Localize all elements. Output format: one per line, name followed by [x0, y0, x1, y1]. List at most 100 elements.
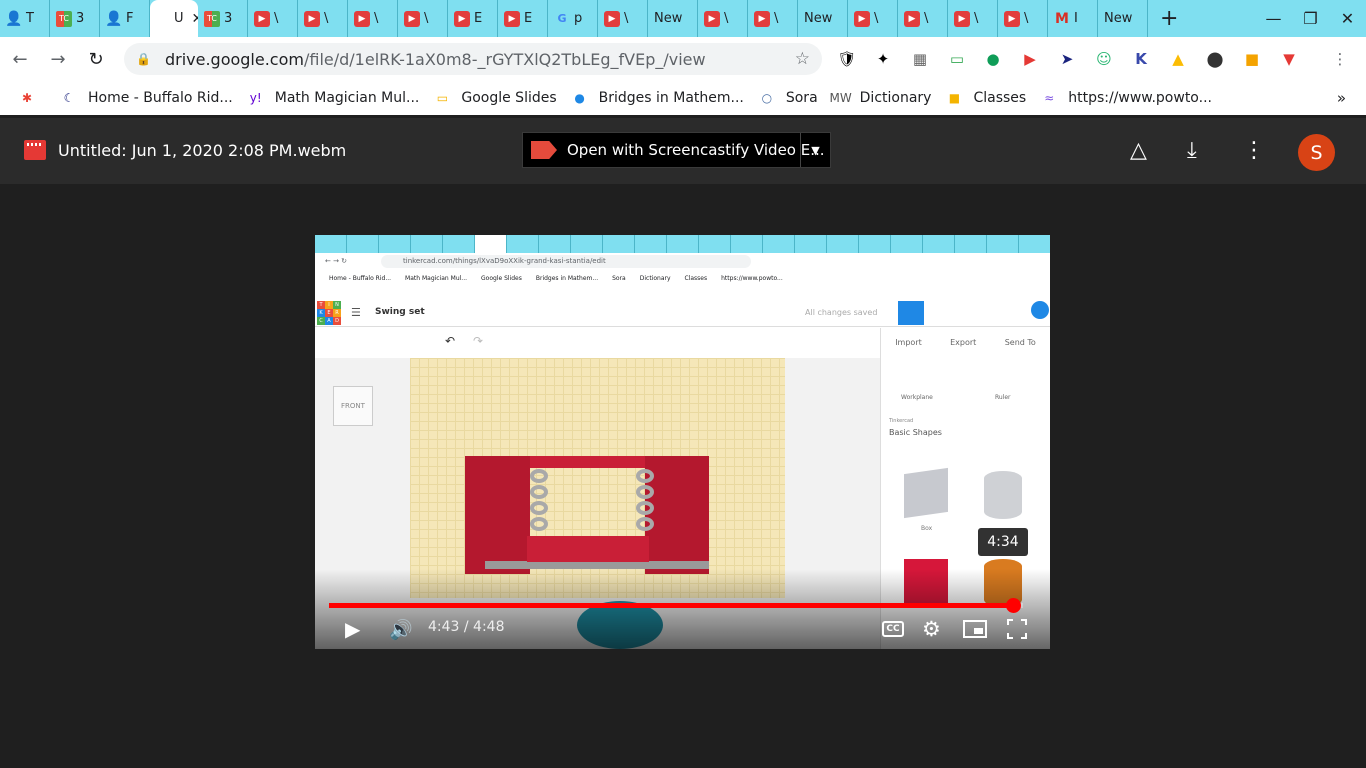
screencastify-extension-icon[interactable]: ▶	[1016, 45, 1044, 73]
tab-label: New	[804, 11, 833, 26]
face-extension-icon[interactable]: ☺	[1090, 45, 1118, 73]
browser-tab[interactable]: ▶ E	[448, 0, 498, 37]
browser-tab[interactable]: 👤 T	[0, 0, 50, 37]
browser-menu-icon[interactable]: ⋮	[1326, 45, 1354, 73]
browser-tab[interactable]: ▶ \	[998, 0, 1048, 37]
drive-icon	[154, 11, 170, 27]
forward-icon[interactable]: →	[40, 41, 76, 77]
more-options-icon[interactable]: ⋮	[1243, 138, 1265, 163]
dots-extension-icon[interactable]: ⬤	[1201, 45, 1229, 73]
browser-tab[interactable]: ▶ \	[298, 0, 348, 37]
browser-tab[interactable]: New	[1098, 0, 1148, 37]
browser-tab[interactable]: ▶ \	[248, 0, 298, 37]
tab-label: New	[654, 11, 683, 26]
browser-tab[interactable]: ▶ \	[748, 0, 798, 37]
bookmark-star-icon[interactable]: ☆	[795, 49, 810, 69]
bookmark-item[interactable]: ≈ https://www.powto...	[1040, 89, 1212, 107]
tab-label: New	[1104, 11, 1133, 26]
video-file-icon	[24, 140, 46, 160]
back-icon[interactable]: ←	[2, 41, 38, 77]
play-icon[interactable]: ▶	[345, 615, 360, 643]
open-with-button[interactable]: Open with Screencastify Video E... ▼	[522, 132, 831, 168]
tab-label: E	[524, 11, 533, 26]
bookmark-item[interactable]: ● Bridges in Mathem...	[571, 89, 743, 107]
progress-bar[interactable]	[329, 598, 1023, 613]
browser-tab[interactable]: ▶ \	[848, 0, 898, 37]
video-inner-bookmark: Dictionary	[639, 274, 671, 282]
screencastify-icon: ▶	[604, 10, 620, 27]
miniplayer-icon[interactable]	[963, 620, 987, 638]
export-label: Export	[950, 338, 977, 347]
mw-icon: MW	[829, 91, 852, 105]
shield-extension-icon[interactable]: 🛡	[833, 45, 861, 73]
browser-tab[interactable]: ▶ E	[498, 0, 548, 37]
browser-tab[interactable]: TC 3	[198, 0, 248, 37]
video-inner-tab	[987, 235, 1019, 253]
chevron-down-icon[interactable]: ▼	[800, 133, 830, 167]
browser-tab[interactable]: ▶ \	[598, 0, 648, 37]
bookmark-item[interactable]: MW Dictionary	[829, 89, 932, 107]
bookmarks-more-icon[interactable]: »	[1337, 89, 1346, 107]
slides-icon: ▭	[436, 91, 449, 105]
pointer-extension-icon[interactable]: ➤	[1053, 45, 1081, 73]
restore-icon[interactable]: ❐	[1292, 9, 1329, 28]
browser-tab[interactable]: ▶ \	[348, 0, 398, 37]
tinkercad-logo: TIN KER CAD	[317, 301, 341, 325]
bookmark-item[interactable]: ☾ Home - Buffalo Rid...	[60, 89, 233, 107]
browser-tab[interactable]: ▶ \	[948, 0, 998, 37]
tab-label: F	[126, 11, 134, 26]
profile-icon	[1031, 301, 1049, 319]
video-inner-tab	[635, 235, 667, 253]
volume-icon[interactable]: 🔊	[389, 615, 413, 643]
grid-extension-icon[interactable]: ▦	[906, 45, 934, 73]
minimize-icon[interactable]: —	[1255, 9, 1292, 28]
design-title: Swing set	[375, 307, 425, 317]
browser-tab[interactable]: ▶ \	[698, 0, 748, 37]
hover-time-tooltip: 4:34	[978, 528, 1028, 556]
pocket-extension-icon[interactable]: ▼	[1275, 45, 1303, 73]
address-bar[interactable]: 🔒 drive.google.com/file/d/1elRK-1aX0m8-_…	[124, 43, 822, 75]
bookmark-item[interactable]: ○ Sora	[758, 89, 818, 107]
close-window-icon[interactable]: ✕	[1329, 9, 1366, 28]
browser-tab[interactable]: Gp	[548, 0, 598, 37]
reload-icon[interactable]: ↻	[78, 41, 114, 77]
browser-tab[interactable]: New	[798, 0, 848, 37]
bird-extension-icon[interactable]: ✦	[869, 45, 897, 73]
orange-extension-icon[interactable]: ■	[1238, 45, 1266, 73]
apps-bookmark[interactable]: ✱	[18, 89, 46, 107]
bookmark-item[interactable]: y! Math Magician Mul...	[247, 89, 420, 107]
bookmark-item[interactable]: ▭ Google Slides	[433, 89, 557, 107]
browser-tab[interactable]: ▶ \	[398, 0, 448, 37]
sora-icon: ○	[761, 91, 773, 105]
download-icon[interactable]: ⤓	[1187, 138, 1197, 163]
browser-tab[interactable]: MI	[1048, 0, 1098, 37]
browser-tab[interactable]: 👤 F	[100, 0, 150, 37]
fullscreen-icon[interactable]	[1007, 619, 1027, 639]
screencastify-icon: ▶	[754, 10, 770, 27]
browser-tab[interactable]: TC 3	[50, 0, 100, 37]
k-extension-icon[interactable]: K	[1127, 45, 1155, 73]
avatar[interactable]: S	[1298, 134, 1335, 171]
workplane-tool-label: Workplane	[901, 394, 933, 401]
new-tab-button[interactable]: +	[1160, 6, 1184, 31]
browser-tab[interactable]: ▶ \	[898, 0, 948, 37]
tinkercad-icon: TC	[204, 10, 220, 27]
video-inner-tab	[411, 235, 443, 253]
video-inner-tab	[891, 235, 923, 253]
tablet-extension-icon[interactable]: ▭	[943, 45, 971, 73]
bookmark-label: Math Magician Mul...	[274, 90, 420, 106]
bookmark-label: https://www.powto...	[1068, 90, 1212, 106]
drive-extension-icon[interactable]: ▲	[1164, 45, 1192, 73]
browser-tab[interactable]: U ✕	[150, 0, 198, 37]
bookmark-item[interactable]: ■ Classes	[945, 89, 1026, 107]
chain-ring	[530, 501, 548, 515]
time-display: 4:43 / 4:48	[428, 619, 505, 635]
screencastify-icon: ▶	[1004, 10, 1020, 27]
green-drop-extension-icon[interactable]: ●	[979, 45, 1007, 73]
captions-icon[interactable]: CC	[882, 621, 904, 637]
lock-icon: 🔒	[136, 52, 151, 66]
add-to-drive-icon[interactable]: △	[1130, 138, 1147, 163]
settings-icon[interactable]: ⚙	[922, 615, 941, 643]
browser-tab[interactable]: New	[648, 0, 698, 37]
video-player[interactable]: ← → ↻ tinkercad.com/things/lXvaD9oXXik-g…	[315, 235, 1050, 649]
